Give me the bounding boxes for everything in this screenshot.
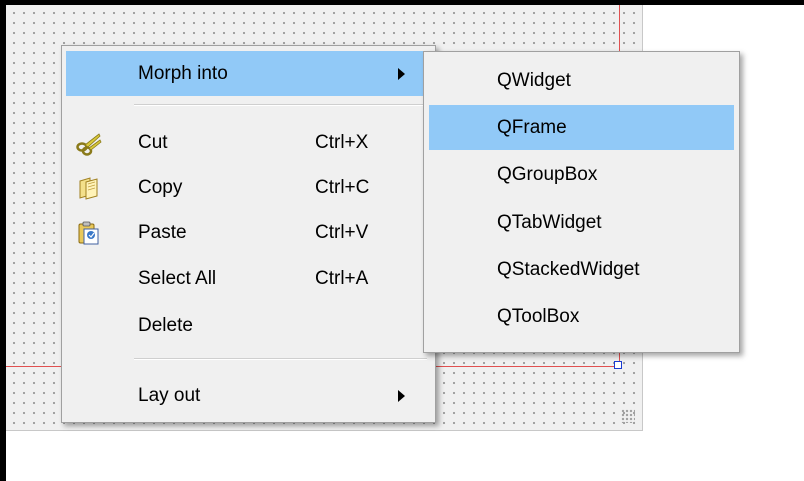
menu-item-morph-into[interactable]: Morph into [66,51,431,96]
selection-resize-handle[interactable] [614,361,622,369]
morph-into-submenu: QWidget QFrame QGroupBox QTabWidget QSta… [423,51,740,353]
context-menu: Morph into Cut Ctrl+X Copy Ctrl+C Paste … [61,45,436,423]
submenu-arrow-icon [398,67,405,80]
paste-icon [76,220,102,246]
menu-item-shortcut: Ctrl+X [315,131,369,153]
size-grip-icon[interactable] [621,409,635,423]
submenu-arrow-icon [398,389,405,402]
menu-item-cut[interactable]: Cut Ctrl+X [66,120,431,165]
submenu-item-qwidget[interactable]: QWidget [429,58,734,103]
menu-item-lay-out[interactable]: Lay out [66,373,431,418]
copy-icon [76,175,102,201]
submenu-item-label: QWidget [497,69,571,91]
submenu-item-qstackedwidget[interactable]: QStackedWidget [429,247,734,292]
submenu-item-label: QTabWidget [497,211,602,233]
menu-separator [134,358,427,360]
menu-item-label: Select All [138,267,217,289]
submenu-item-qtabwidget[interactable]: QTabWidget [429,200,734,245]
menu-item-label: Delete [138,314,193,336]
menu-item-label: Morph into [138,62,228,84]
menu-item-shortcut: Ctrl+A [315,267,369,289]
menu-item-label: Cut [138,131,168,153]
menu-item-label: Paste [138,221,187,243]
menu-item-copy[interactable]: Copy Ctrl+C [66,165,431,210]
menu-separator [134,104,427,106]
submenu-item-label: QStackedWidget [497,258,640,280]
submenu-item-label: QFrame [497,116,567,138]
submenu-item-label: QToolBox [497,305,580,327]
menu-item-label: Copy [138,176,183,198]
menu-item-shortcut: Ctrl+V [315,221,369,243]
menu-item-label: Lay out [138,384,201,406]
scissors-icon [76,130,102,156]
menu-item-paste[interactable]: Paste Ctrl+V [66,210,431,255]
menu-item-delete[interactable]: Delete [66,303,431,348]
submenu-item-qtoolbox[interactable]: QToolBox [429,294,734,339]
submenu-item-label: QGroupBox [497,163,598,185]
menu-item-shortcut: Ctrl+C [315,176,370,198]
submenu-item-qgroupbox[interactable]: QGroupBox [429,152,734,197]
menu-item-select-all[interactable]: Select All Ctrl+A [66,256,431,301]
submenu-item-qframe[interactable]: QFrame [429,105,734,150]
